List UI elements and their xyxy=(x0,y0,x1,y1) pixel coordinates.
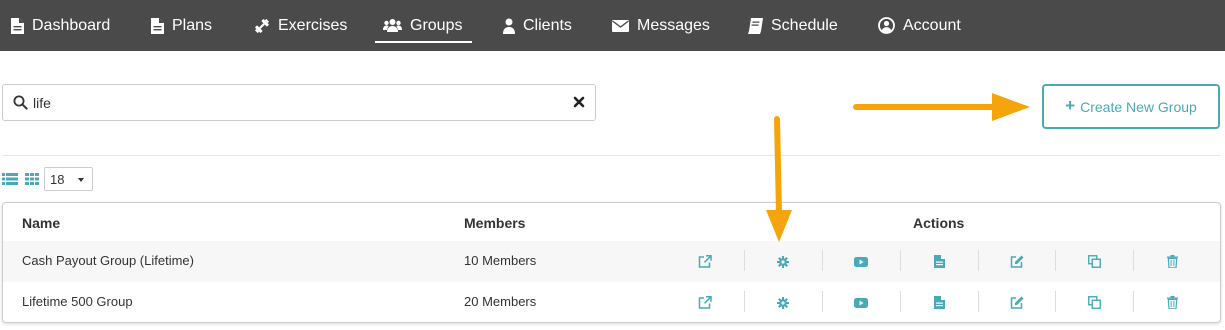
file-icon xyxy=(151,17,164,34)
group-members: 10 Members xyxy=(464,253,537,268)
grid-view-icon[interactable] xyxy=(25,172,40,186)
trash-icon xyxy=(1166,296,1178,309)
nav-label: Plans xyxy=(172,16,213,34)
nav-item-plans[interactable]: Plans xyxy=(151,0,212,51)
gear-icon xyxy=(777,296,789,309)
group-members: 20 Members xyxy=(464,294,537,309)
create-group-button[interactable]: + Create New Group xyxy=(1042,84,1220,129)
open-group-button[interactable] xyxy=(666,241,744,282)
file-icon xyxy=(11,17,24,34)
close-icon[interactable] xyxy=(573,96,585,108)
external-link-icon xyxy=(698,255,712,268)
nav-item-exercises[interactable]: Exercises xyxy=(254,0,347,51)
nav-label: Account xyxy=(903,16,961,34)
annotation-arrow-icon xyxy=(766,116,792,242)
copy-group-button[interactable] xyxy=(1055,241,1133,282)
group-video-button[interactable] xyxy=(822,241,900,282)
edit-group-button[interactable] xyxy=(978,241,1056,282)
nav-label: Schedule xyxy=(771,16,838,34)
edit-group-button[interactable] xyxy=(978,282,1056,322)
group-video-button[interactable] xyxy=(822,282,900,322)
plus-icon: + xyxy=(1065,95,1076,115)
document-icon xyxy=(933,296,945,309)
page-size-select[interactable]: 18 xyxy=(44,167,93,191)
edit-icon xyxy=(1010,255,1024,268)
column-header-actions: Actions xyxy=(913,215,965,231)
nav-label: Messages xyxy=(637,16,710,34)
video-icon xyxy=(854,297,868,308)
divider xyxy=(2,155,1220,156)
column-header-name: Name xyxy=(22,215,61,231)
nav-item-clients[interactable]: Clients xyxy=(503,0,572,51)
exercises-icon xyxy=(254,18,270,33)
table-row[interactable]: Cash Payout Group (Lifetime) 10 Members xyxy=(3,241,1220,282)
nav-label: Groups xyxy=(410,16,463,34)
group-document-button[interactable] xyxy=(900,241,978,282)
open-group-button[interactable] xyxy=(666,282,744,322)
top-nav: Dashboard Plans Exercises Groups Clients… xyxy=(0,0,1225,51)
nav-item-groups[interactable]: Groups xyxy=(374,0,473,51)
page-size-value: 18 xyxy=(50,172,65,187)
book-icon xyxy=(748,17,763,34)
nav-item-dashboard[interactable]: Dashboard xyxy=(11,0,110,51)
gear-icon xyxy=(777,255,789,268)
nav-label: Clients xyxy=(523,16,572,34)
search-input[interactable] xyxy=(33,91,553,115)
search-icon xyxy=(13,95,28,110)
external-link-icon xyxy=(698,296,712,309)
column-header-members: Members xyxy=(464,215,526,231)
table-row[interactable]: Lifetime 500 Group 20 Members xyxy=(3,282,1220,322)
create-group-label: Create New Group xyxy=(1080,98,1197,115)
envelope-icon xyxy=(612,19,629,32)
group-name: Lifetime 500 Group xyxy=(22,294,133,309)
nav-item-account[interactable]: Account xyxy=(878,0,961,51)
delete-group-button[interactable] xyxy=(1133,282,1211,322)
nav-item-schedule[interactable]: Schedule xyxy=(748,0,838,51)
video-icon xyxy=(854,256,868,267)
nav-label: Dashboard xyxy=(32,16,111,34)
copy-group-button[interactable] xyxy=(1055,282,1133,322)
nav-label: Exercises xyxy=(278,16,348,34)
user-icon xyxy=(503,18,515,34)
user-circle-icon xyxy=(878,17,895,34)
list-view-icon[interactable] xyxy=(2,172,18,186)
users-icon xyxy=(383,18,402,32)
copy-icon xyxy=(1087,255,1101,268)
edit-icon xyxy=(1010,296,1024,309)
annotation-arrow-icon xyxy=(853,93,1030,121)
group-name: Cash Payout Group (Lifetime) xyxy=(22,253,194,268)
document-icon xyxy=(933,255,945,268)
trash-icon xyxy=(1166,255,1178,268)
group-document-button[interactable] xyxy=(900,282,978,322)
delete-group-button[interactable] xyxy=(1133,241,1211,282)
nav-item-messages[interactable]: Messages xyxy=(612,0,710,51)
chevron-down-icon xyxy=(78,178,84,182)
copy-icon xyxy=(1087,296,1101,309)
table-header: Name Members Actions xyxy=(3,203,1220,244)
group-settings-button[interactable] xyxy=(744,282,822,322)
group-settings-button[interactable] xyxy=(744,241,822,282)
groups-table: Name Members Actions Cash Payout Group (… xyxy=(2,202,1221,323)
search-box xyxy=(2,84,596,121)
